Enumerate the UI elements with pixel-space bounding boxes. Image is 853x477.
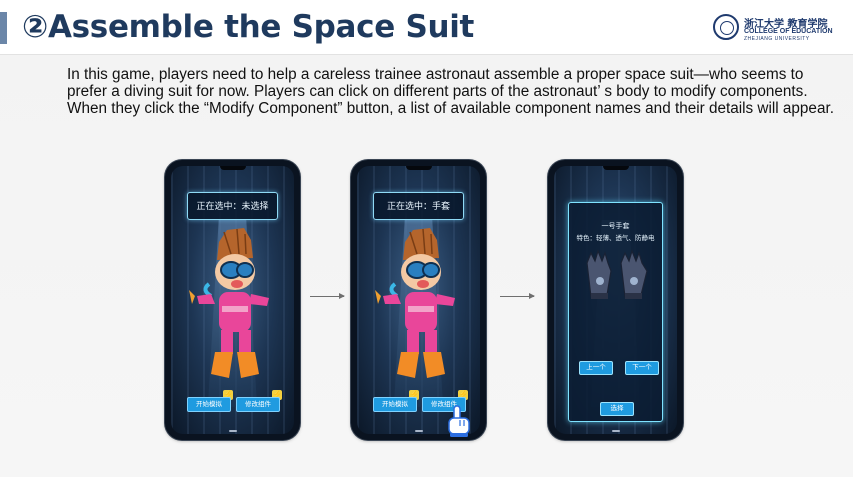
- previous-button[interactable]: 上一个: [579, 361, 613, 375]
- arrow-right-icon: [310, 293, 345, 299]
- game-screen: 正在选中：未选择 ⚡ 开始模拟 ⚡ 修改组件: [171, 166, 294, 434]
- selection-status: 正在选中：未选择: [187, 192, 278, 220]
- next-button[interactable]: 下一个: [625, 361, 659, 375]
- gloves-image: [586, 249, 648, 299]
- component-features: 特色：轻薄、透气、防静电: [576, 235, 655, 242]
- select-button[interactable]: 选择: [600, 402, 634, 416]
- phone-screenshot-initial: 正在选中：未选择 ⚡ 开始模拟 ⚡ 修改组件: [165, 160, 300, 440]
- game-description: In this game, players need to help a car…: [67, 66, 834, 117]
- component-name: 一号手套: [601, 223, 630, 230]
- astronaut-character[interactable]: [375, 224, 465, 384]
- title-accent-bar: [0, 12, 7, 44]
- logo-english-line1: COLLEGE OF EDUCATION: [744, 28, 833, 35]
- game-screen: 一号手套 特色：轻薄、透气、防静电 上一个 下一个 选择: [554, 166, 677, 434]
- arrow-right-icon: [500, 293, 535, 299]
- phone-screenshot-selected: 正在选中：手套 ⚡ 开始模拟 ⚡ 修改组件: [351, 160, 486, 440]
- logo-english-line2: ZHEJIANG UNIVERSITY: [744, 36, 810, 42]
- phone-screenshot-component-list: 一号手套 特色：轻薄、透气、防静电 上一个 下一个 选择: [548, 160, 683, 440]
- modify-component-button[interactable]: 修改组件: [236, 397, 280, 412]
- university-logo: 浙江大学 教育学院 COLLEGE OF EDUCATION ZHEJIANG …: [713, 14, 843, 44]
- astronaut-character[interactable]: [189, 224, 279, 384]
- start-simulation-button[interactable]: 开始模拟: [373, 397, 417, 412]
- header-divider: [0, 54, 853, 55]
- pointer-hand-icon: [448, 405, 470, 437]
- page-title: ②Assemble the Space Suit: [22, 9, 475, 45]
- start-simulation-button[interactable]: 开始模拟: [187, 397, 231, 412]
- component-detail-panel: 一号手套 特色：轻薄、透气、防静电 上一个 下一个: [568, 202, 663, 422]
- game-screen: 正在选中：手套 ⚡ 开始模拟 ⚡ 修改组件: [357, 166, 480, 434]
- selection-status: 正在选中：手套: [373, 192, 464, 220]
- university-seal-icon: [713, 14, 739, 40]
